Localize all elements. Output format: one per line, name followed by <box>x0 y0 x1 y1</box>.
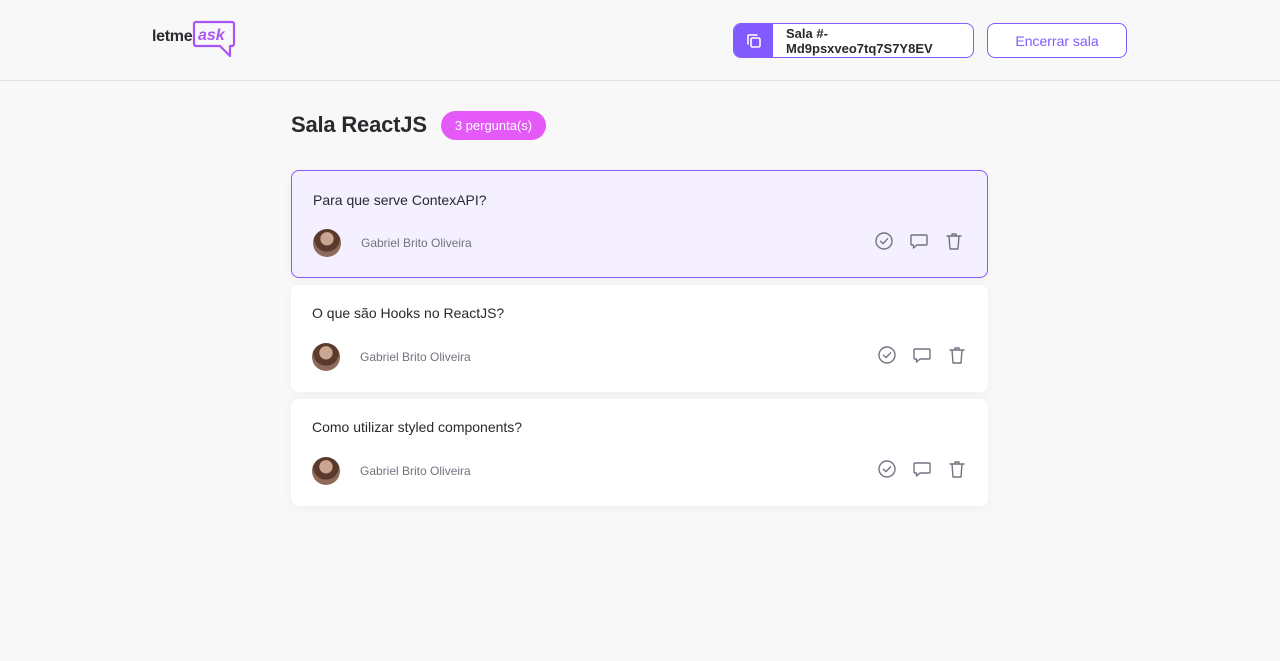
delete-question-button[interactable] <box>943 230 964 251</box>
delete-question-button[interactable] <box>946 458 967 479</box>
delete-question-button[interactable] <box>946 344 967 365</box>
room-code-button[interactable]: Sala #-Md9psxveo7tq7S7Y8EV <box>733 23 974 58</box>
avatar <box>312 343 340 371</box>
question-actions <box>876 344 967 365</box>
mark-answered-button[interactable] <box>876 344 897 365</box>
question-card: Como utilizar styled components? Gabriel… <box>291 399 988 506</box>
room-title-row: Sala ReactJS 3 pergunta(s) <box>291 110 547 140</box>
header: letme ask Sala #-Md9psxveo7tq7S7Y8EV Enc… <box>0 0 1280 81</box>
trash-icon <box>945 232 962 250</box>
letmeask-logo[interactable]: letme ask <box>152 20 236 60</box>
trash-icon <box>948 346 965 364</box>
answer-bubble-icon <box>909 233 928 249</box>
logo-accent-text: ask <box>198 27 225 44</box>
end-room-button[interactable]: Encerrar sala <box>987 23 1127 58</box>
check-circle-icon <box>877 345 896 364</box>
avatar <box>312 457 340 485</box>
answer-bubble-icon <box>912 461 931 477</box>
mark-answered-button[interactable] <box>873 230 894 251</box>
page-title: Sala ReactJS <box>291 112 427 137</box>
question-card: Para que serve ContexAPI? Gabriel Brito … <box>291 170 988 278</box>
answer-bubble-icon <box>912 347 931 363</box>
mark-answered-button[interactable] <box>876 458 897 479</box>
author-name: Gabriel Brito Oliveira <box>360 350 471 364</box>
logo-primary-text: letme <box>152 28 193 45</box>
highlight-button[interactable] <box>911 458 932 479</box>
trash-icon <box>948 460 965 478</box>
highlight-button[interactable] <box>911 344 932 365</box>
question-count-badge: 3 pergunta(s) <box>440 110 547 140</box>
highlight-button[interactable] <box>908 230 929 251</box>
question-text: Como utilizar styled components? <box>312 419 523 435</box>
question-text: Para que serve ContexAPI? <box>313 192 487 208</box>
copy-icon-box[interactable] <box>734 24 773 57</box>
room-code-text: Sala #-Md9psxveo7tq7S7Y8EV <box>786 25 933 56</box>
author-name: Gabriel Brito Oliveira <box>361 236 472 250</box>
copy-icon <box>746 33 761 48</box>
author-name: Gabriel Brito Oliveira <box>360 464 471 478</box>
check-circle-icon <box>877 459 896 478</box>
question-actions <box>876 458 967 479</box>
question-card: O que são Hooks no ReactJS? Gabriel Brit… <box>291 285 988 392</box>
avatar <box>313 229 341 257</box>
question-actions <box>873 230 964 251</box>
question-text: O que são Hooks no ReactJS? <box>312 305 505 321</box>
check-circle-icon <box>874 231 893 250</box>
